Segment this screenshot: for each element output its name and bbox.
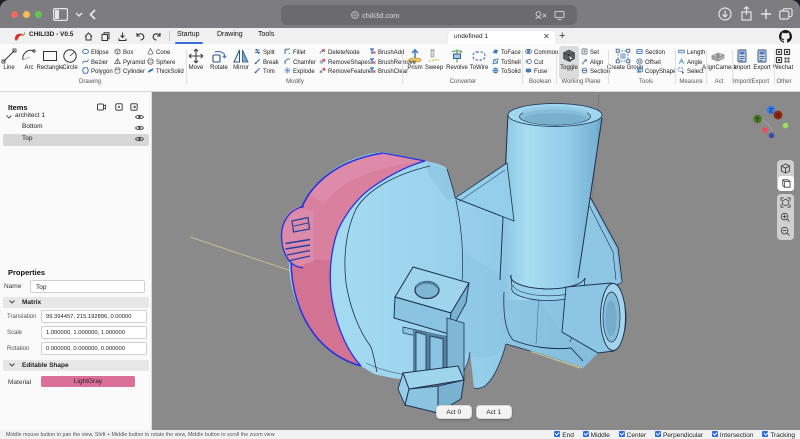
- svg-text:Y: Y: [755, 118, 759, 124]
- svg-text:Z: Z: [769, 109, 773, 115]
- svg-text:X: X: [776, 114, 780, 120]
